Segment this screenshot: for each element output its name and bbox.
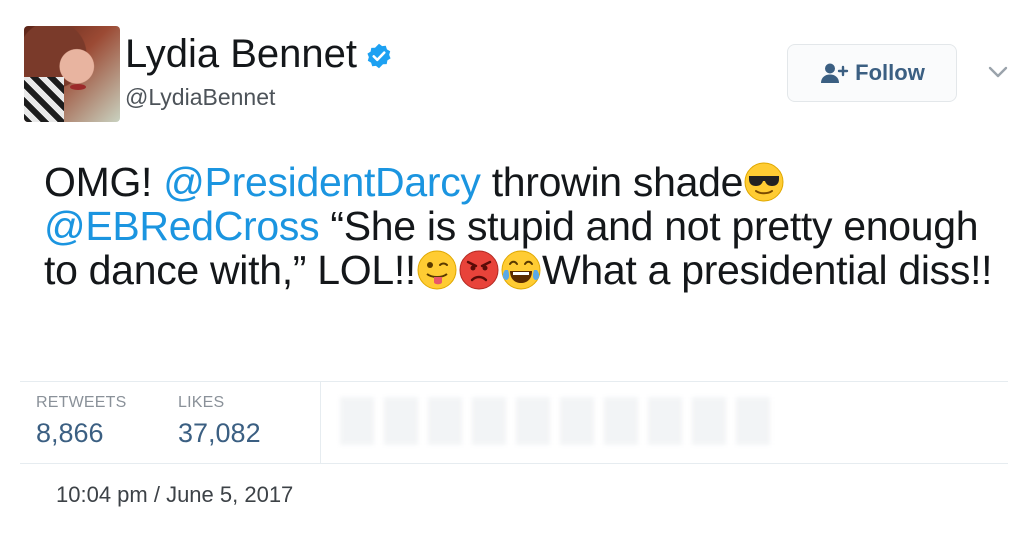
likes-label: LIKES: [178, 394, 225, 411]
liker-avatars-blurred: [340, 397, 780, 445]
tweet-timestamp[interactable]: 10:04 pm / June 5, 2017: [56, 482, 293, 508]
angry-emoji-icon: [459, 250, 499, 290]
mention-link[interactable]: @EBRedCross: [44, 203, 320, 249]
tweet-text-segment: OMG!: [44, 159, 164, 205]
stats-separator: [320, 382, 321, 463]
follow-button-label: Follow: [855, 60, 925, 85]
tweet-text-segment: throwin shade: [480, 159, 744, 205]
stats-divider-bottom: [20, 463, 1008, 464]
follow-button[interactable]: Follow: [787, 44, 957, 102]
stats-divider-top: [20, 381, 1008, 382]
retweets-label: RETWEETS: [36, 394, 127, 411]
winking-tongue-emoji-icon: [417, 250, 457, 290]
avatar-shirt: [24, 77, 64, 122]
user-name-row: Lydia Bennet: [125, 30, 393, 78]
chevron-down-icon[interactable]: [986, 62, 1010, 82]
likes-count: 37,082: [178, 418, 261, 448]
verified-icon: [367, 43, 391, 69]
user-handle[interactable]: @LydiaBennet: [125, 84, 275, 111]
retweets-count: 8,866: [36, 418, 104, 448]
avatar[interactable]: [24, 26, 120, 122]
sunglasses-emoji-icon: [744, 162, 784, 202]
retweets-stat[interactable]: RETWEETS 8,866: [36, 394, 127, 449]
tweet-text-segment: What a presidential diss!!: [542, 247, 993, 293]
tweet-text: OMG! @PresidentDarcy throwin shade @EBRe…: [44, 160, 1004, 292]
avatar-lips: [70, 84, 86, 90]
display-name[interactable]: Lydia Bennet: [125, 30, 357, 78]
mention-link[interactable]: @PresidentDarcy: [163, 159, 481, 205]
likes-stat[interactable]: LIKES 37,082: [178, 394, 261, 449]
add-user-icon: [821, 63, 849, 83]
tears-of-joy-emoji-icon: [501, 250, 541, 290]
